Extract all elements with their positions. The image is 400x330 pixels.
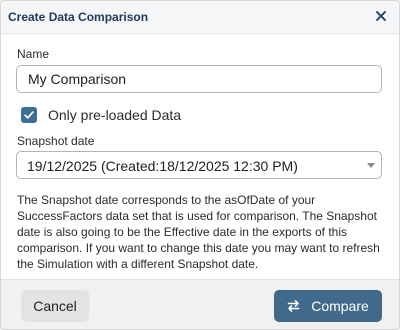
name-label: Name: [17, 47, 50, 61]
snapshot-date-select[interactable]: 19/12/2025 (Created:18/12/2025 12:30 PM): [16, 151, 382, 179]
create-data-comparison-dialog: Create Data Comparison Name Only pre-loa…: [0, 0, 400, 330]
dialog-header: Create Data Comparison: [1, 1, 399, 34]
checkmark-icon: [24, 111, 34, 119]
preloaded-checkbox-label: Only pre-loaded Data: [48, 107, 182, 123]
swap-icon: [287, 300, 300, 312]
snapshot-description: The Snapshot date corresponds to the asO…: [17, 193, 380, 271]
dialog-footer: Cancel Compare: [1, 279, 399, 329]
cancel-button[interactable]: Cancel: [21, 290, 89, 322]
compare-button[interactable]: Compare: [274, 290, 382, 322]
snapshot-date-value: 19/12/2025 (Created:18/12/2025 12:30 PM): [27, 158, 298, 174]
snapshot-date-label: Snapshot date: [17, 134, 95, 148]
dialog-body: Name Only pre-loaded Data Snapshot date …: [1, 34, 399, 279]
dropdown-arrow-icon[interactable]: [367, 163, 375, 168]
dialog-title: Create Data Comparison: [8, 10, 149, 24]
preloaded-checkbox-row[interactable]: Only pre-loaded Data: [21, 106, 181, 124]
compare-button-label: Compare: [311, 298, 369, 314]
name-input[interactable]: [16, 65, 382, 93]
preloaded-checkbox[interactable]: [21, 107, 37, 123]
close-icon[interactable]: [372, 7, 390, 25]
